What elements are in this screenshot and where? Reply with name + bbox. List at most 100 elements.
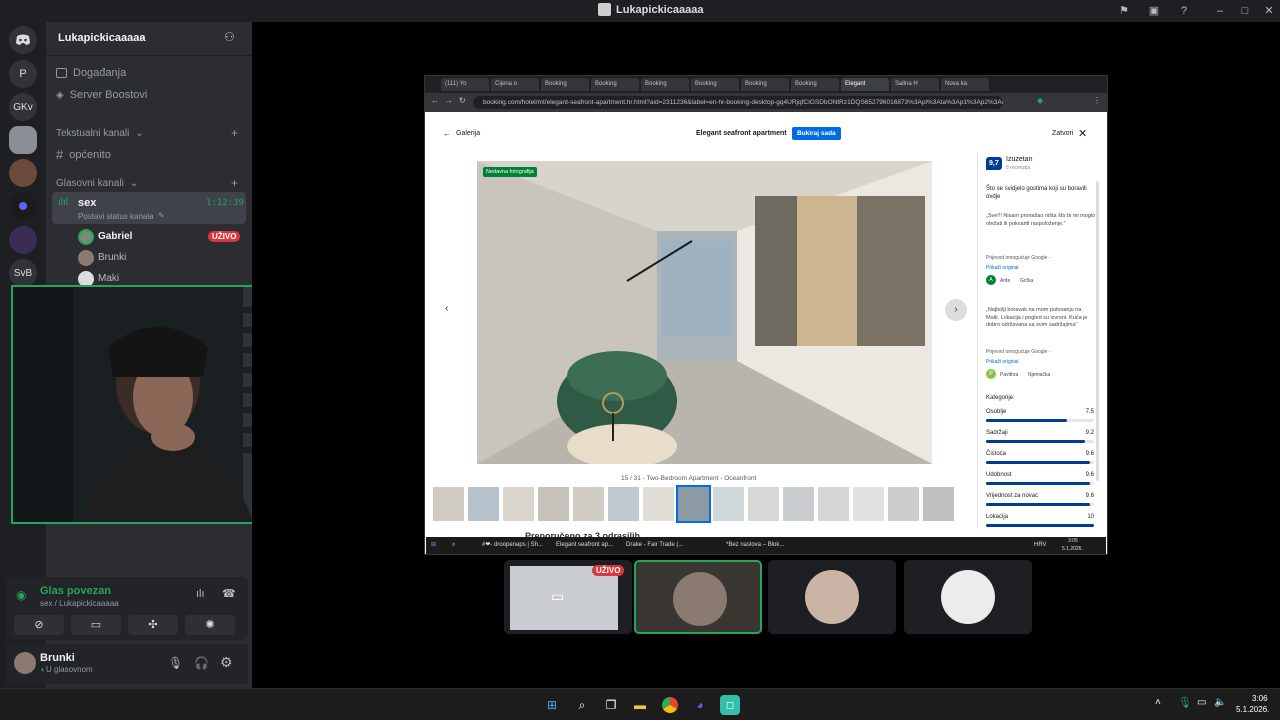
browser-tab[interactable]: Cijena o (491, 78, 539, 91)
forward-arrow-icon[interactable]: → (445, 96, 453, 105)
network-icon[interactable]: ▭ (1197, 697, 1206, 708)
show-original-link[interactable]: Prikaži original (986, 359, 1019, 365)
clock-date[interactable]: 5.1.2026. (1236, 705, 1269, 714)
thumbnail[interactable] (853, 487, 884, 521)
browser-tab[interactable]: Booking (791, 78, 839, 91)
thumbnail[interactable] (818, 487, 849, 521)
thumbnail[interactable] (468, 487, 499, 521)
soundboard-button[interactable]: ✺ (185, 615, 235, 635)
back-arrow-icon[interactable]: ← (431, 96, 439, 105)
add-channel-icon[interactable]: + (231, 126, 238, 140)
taskbar-app[interactable]: Elegant seafront ap... (556, 540, 613, 551)
voice-location[interactable]: sex / Lukapickicaaaaa (40, 599, 119, 608)
share-screen-button[interactable]: ▭ (71, 615, 121, 635)
thumbnail[interactable] (643, 487, 674, 521)
search-icon[interactable]: ⌕ (452, 540, 455, 551)
browser-tab[interactable]: Salina H (891, 78, 939, 91)
discord-icon[interactable]: ◕ (690, 695, 710, 715)
thumbnail[interactable] (433, 487, 464, 521)
server-p[interactable]: P (9, 60, 37, 88)
microphone-icon[interactable]: 🎙 (168, 656, 183, 670)
help-icon[interactable]: ? (1176, 3, 1192, 19)
volume-icon[interactable]: 🔈 (1214, 697, 1226, 708)
thumbnail[interactable] (713, 487, 744, 521)
participant-tile-brunki[interactable] (634, 560, 762, 634)
browser-tab[interactable]: Nova ka (941, 78, 989, 91)
close-icon[interactable]: ✕ (1261, 3, 1277, 19)
gallery-back-link[interactable]: Galerija (456, 130, 480, 137)
browser-tab[interactable]: Booking (641, 78, 689, 91)
show-original-link[interactable]: Prikaži original (986, 265, 1019, 271)
browser-tab[interactable]: (111) Yo (441, 78, 489, 91)
reload-icon[interactable]: ↻ (459, 96, 466, 105)
menu-kebab-icon[interactable]: ⋮ (1093, 96, 1101, 105)
previous-photo-icon[interactable]: ‹ (445, 303, 448, 314)
set-channel-status[interactable]: Postavi status kanala (78, 212, 154, 221)
extension-icon[interactable]: ◆ (1037, 96, 1043, 105)
text-category[interactable]: Tekstualni kanali ⌄ (56, 128, 144, 139)
invite-user-icon[interactable]: ⚇ (224, 30, 235, 44)
close-icon[interactable]: ✕ (1078, 127, 1087, 140)
taskbar-app[interactable]: #❤- droopenaps | Sh... (482, 540, 543, 551)
shared-browser-window[interactable]: (111) Yo Cijena o Booking Booking Bookin… (424, 75, 1108, 555)
voice-category[interactable]: Glasovni kanali ⌄ (56, 178, 138, 189)
back-arrow-icon[interactable]: ← (443, 129, 451, 138)
user-name[interactable]: Brunki (40, 652, 75, 664)
channel-opcenito[interactable]: # općenito (56, 147, 111, 162)
thumbnail[interactable] (503, 487, 534, 521)
guild-header[interactable]: Lukapickicaaaaa ⌄ ⚇ (46, 22, 252, 56)
book-now-button[interactable]: Bukiraj sada (792, 127, 841, 140)
server-gkv[interactable]: GKv (9, 93, 37, 121)
screen-share-icon[interactable]: ▣ (1146, 3, 1162, 19)
camera-toggle-button[interactable]: ⊘ (14, 615, 64, 635)
review-count[interactable]: 8 recenzija (1006, 165, 1030, 171)
url-field[interactable]: booking.com/hotel/mt/elegant-seafront-ap… (473, 96, 1003, 109)
noise-suppression-icon[interactable]: ılı (196, 588, 205, 600)
avatar[interactable] (14, 652, 36, 674)
browser-tab[interactable]: Booking (541, 78, 589, 91)
thumbnail-selected[interactable] (676, 485, 711, 523)
browser-tab[interactable]: Booking (691, 78, 739, 91)
server-avatar-3[interactable] (9, 226, 37, 254)
events-item[interactable]: Događanja (56, 67, 126, 79)
file-explorer-icon[interactable]: ▬ (630, 695, 650, 715)
clock-time[interactable]: 3:06 (1252, 694, 1268, 703)
discord-home-icon[interactable] (9, 26, 37, 54)
thumbnail[interactable] (783, 487, 814, 521)
thumbnail[interactable] (608, 487, 639, 521)
server-folder[interactable] (9, 192, 37, 220)
chrome-icon[interactable] (660, 695, 680, 715)
taskbar-app[interactable]: Drake - Fair Trade (... (626, 540, 683, 551)
maximize-icon[interactable]: □ (1237, 3, 1253, 19)
close-gallery-link[interactable]: Zatvori (1052, 130, 1073, 137)
start-icon[interactable]: ⊞ (542, 695, 562, 715)
participant-tile-maki[interactable] (904, 560, 1032, 634)
thumbnail[interactable] (573, 487, 604, 521)
browser-tab[interactable]: Booking (741, 78, 789, 91)
thumbnail[interactable] (748, 487, 779, 521)
activities-button[interactable]: ✣ (128, 615, 178, 635)
headphones-icon[interactable]: 🎧 (194, 656, 209, 670)
search-icon[interactable]: ⌕ (572, 695, 592, 715)
voice-member-brunki[interactable]: Brunki (76, 249, 244, 267)
inbox-flag-icon[interactable]: ⚑ (1116, 3, 1132, 19)
app-icon[interactable]: ◻ (720, 695, 740, 715)
thumbnail[interactable] (888, 487, 919, 521)
chevron-up-icon[interactable]: ˄ (1155, 697, 1161, 708)
next-photo-icon[interactable]: › (945, 299, 967, 321)
microphone-icon[interactable]: 🎙 (1178, 696, 1192, 709)
thumbnail[interactable] (923, 487, 954, 521)
start-icon[interactable]: ⊞ (431, 540, 436, 551)
language-indicator[interactable]: HRV (1034, 540, 1047, 551)
task-view-icon[interactable]: ❐ (601, 695, 621, 715)
disconnect-icon[interactable]: ☎ (222, 587, 236, 600)
minimize-icon[interactable]: – (1212, 3, 1228, 19)
server-avatar-1[interactable] (9, 126, 37, 154)
boosts-item[interactable]: ◈ Server Boostovi (56, 89, 147, 101)
voice-channel-sex[interactable]: ılıl sex 1:12:39 Postavi status kanala ✎ (52, 192, 246, 224)
thumbnail[interactable] (538, 487, 569, 521)
server-svb[interactable]: SvB (9, 259, 37, 287)
taskbar-app[interactable]: *Bez naslova – Blok... (726, 540, 784, 551)
sidebar-scrollbar[interactable] (1096, 181, 1099, 481)
voice-status[interactable]: Glas povezan (40, 585, 111, 597)
